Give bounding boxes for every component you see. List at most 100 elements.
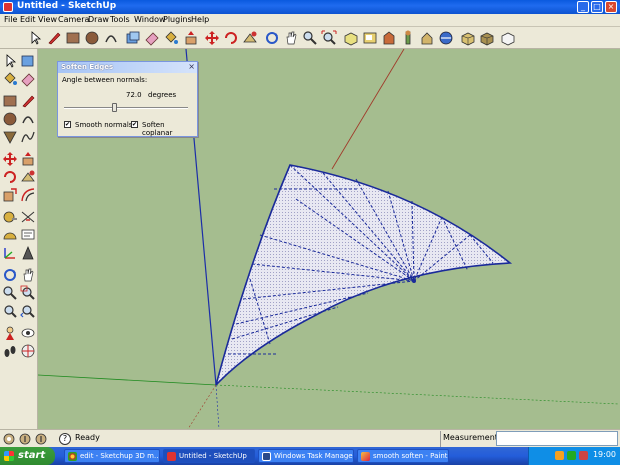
security-icon[interactable] xyxy=(567,451,576,460)
zoom-icon[interactable] xyxy=(302,30,318,46)
walk-icon[interactable] xyxy=(2,343,18,359)
paint-bucket-icon[interactable] xyxy=(163,30,179,46)
menu-plugins[interactable]: Plugins xyxy=(163,15,192,24)
front-view-icon[interactable] xyxy=(381,30,397,46)
menu-draw[interactable]: Draw xyxy=(88,15,109,24)
component-icon[interactable] xyxy=(125,30,141,46)
taskbar-item-paint[interactable]: smooth soften - Paint xyxy=(357,449,449,463)
position-camera-icon[interactable] xyxy=(2,325,18,341)
menu-window[interactable]: Window xyxy=(134,15,166,24)
green-axis-positive xyxy=(215,384,619,405)
follow-me-icon[interactable] xyxy=(20,169,36,185)
right-view-icon[interactable] xyxy=(400,30,416,46)
top-view-icon[interactable] xyxy=(362,30,378,46)
circle-icon[interactable] xyxy=(2,111,18,127)
menu-file[interactable]: File xyxy=(4,15,17,24)
zoom-extents-icon[interactable] xyxy=(321,30,337,46)
protractor-icon[interactable] xyxy=(2,227,18,243)
move-icon[interactable] xyxy=(2,151,18,167)
geo-location-icon[interactable] xyxy=(3,433,15,445)
taskbar-item-sketchup[interactable]: Untitled - SketchUp xyxy=(163,449,255,463)
3d-text-icon[interactable] xyxy=(20,245,36,261)
tape-measure-icon[interactable] xyxy=(2,209,18,225)
circle-icon[interactable] xyxy=(84,30,100,46)
angle-slider-track[interactable] xyxy=(64,107,188,109)
volume-icon[interactable] xyxy=(579,451,588,460)
make-component-icon[interactable] xyxy=(20,53,36,69)
eraser-icon[interactable] xyxy=(20,71,36,87)
network-icon[interactable] xyxy=(555,451,564,460)
section-plane-icon[interactable] xyxy=(20,343,36,359)
previous-view-icon[interactable] xyxy=(20,303,36,319)
hidden-line-icon[interactable] xyxy=(500,30,516,46)
maximize-button[interactable]: □ xyxy=(591,1,603,13)
close-button[interactable]: × xyxy=(605,1,617,13)
scale-icon[interactable] xyxy=(2,187,18,203)
taskbar-item-task-manager[interactable]: Windows Task Manager xyxy=(258,449,354,463)
zoom-window-icon[interactable] xyxy=(20,285,36,301)
zoom-icon[interactable] xyxy=(2,285,18,301)
start-button[interactable]: start xyxy=(0,447,55,465)
dialog-close-icon[interactable]: × xyxy=(188,62,195,71)
left-view-icon[interactable] xyxy=(438,30,454,46)
wireframe-icon[interactable] xyxy=(479,30,495,46)
windows-taskbar: start edit - Sketchup 3D m... Untitled -… xyxy=(0,447,620,465)
rotate-icon[interactable] xyxy=(223,30,239,46)
menu-help[interactable]: Help xyxy=(191,15,209,24)
smooth-normals-checkbox[interactable]: ✔ xyxy=(64,121,71,128)
minimize-button[interactable]: _ xyxy=(577,1,589,13)
xray-icon[interactable] xyxy=(460,30,476,46)
offset-icon[interactable] xyxy=(20,187,36,203)
pan-icon[interactable] xyxy=(283,30,299,46)
axes-icon[interactable] xyxy=(2,245,18,261)
status-text: Ready xyxy=(75,433,100,442)
window-title: Untitled - SketchUp xyxy=(17,1,117,11)
select-icon[interactable] xyxy=(27,30,43,46)
push-pull-icon[interactable] xyxy=(183,30,199,46)
soften-coplanar-checkbox[interactable]: ✔ xyxy=(131,121,138,128)
measurements-input[interactable] xyxy=(496,431,618,446)
rectangle-icon[interactable] xyxy=(2,93,18,109)
zoom-extents-icon[interactable] xyxy=(2,303,18,319)
help-icon[interactable]: ? xyxy=(59,433,71,445)
menu-edit[interactable]: Edit xyxy=(20,15,36,24)
arc-icon[interactable] xyxy=(20,111,36,127)
menu-bar: File Edit View Camera Draw Tools Window … xyxy=(0,14,620,27)
push-pull-icon[interactable] xyxy=(20,151,36,167)
angle-slider-thumb[interactable] xyxy=(111,103,117,112)
menu-camera[interactable]: Camera xyxy=(58,15,89,24)
look-around-icon[interactable] xyxy=(20,325,36,341)
dimension-icon[interactable] xyxy=(20,209,36,225)
instructor-icon[interactable] xyxy=(35,433,47,445)
follow-me-icon[interactable] xyxy=(242,30,258,46)
orbit-icon[interactable] xyxy=(2,267,18,283)
pan-icon[interactable] xyxy=(20,267,36,283)
rotate-icon[interactable] xyxy=(2,169,18,185)
soften-coplanar-label: Soften coplanar xyxy=(142,121,173,137)
back-view-icon[interactable] xyxy=(419,30,435,46)
status-separator xyxy=(440,431,441,447)
select-icon[interactable] xyxy=(2,53,18,69)
taskbar-item-browser[interactable]: edit - Sketchup 3D m... xyxy=(64,449,160,463)
curved-surface xyxy=(215,164,513,386)
pencil-icon[interactable] xyxy=(46,30,62,46)
menu-tools[interactable]: Tools xyxy=(110,15,130,24)
move-icon[interactable] xyxy=(204,30,220,46)
orbit-icon[interactable] xyxy=(264,30,280,46)
start-label: start xyxy=(18,450,46,461)
freehand-icon[interactable] xyxy=(20,129,36,145)
line-icon[interactable] xyxy=(20,93,36,109)
eraser-icon[interactable] xyxy=(144,30,160,46)
menu-view[interactable]: View xyxy=(38,15,57,24)
polygon-icon[interactable] xyxy=(2,129,18,145)
windows-flag-icon xyxy=(4,451,14,461)
text-icon[interactable] xyxy=(20,227,36,243)
paint-bucket-icon[interactable] xyxy=(2,71,18,87)
arc-icon[interactable] xyxy=(103,30,119,46)
sketchup-icon xyxy=(167,452,176,461)
credits-icon[interactable] xyxy=(19,433,31,445)
main-toolbar xyxy=(0,27,620,49)
rectangle-icon[interactable] xyxy=(65,30,81,46)
angle-value[interactable]: 72.0 xyxy=(126,91,142,99)
iso-view-icon[interactable] xyxy=(343,30,359,46)
